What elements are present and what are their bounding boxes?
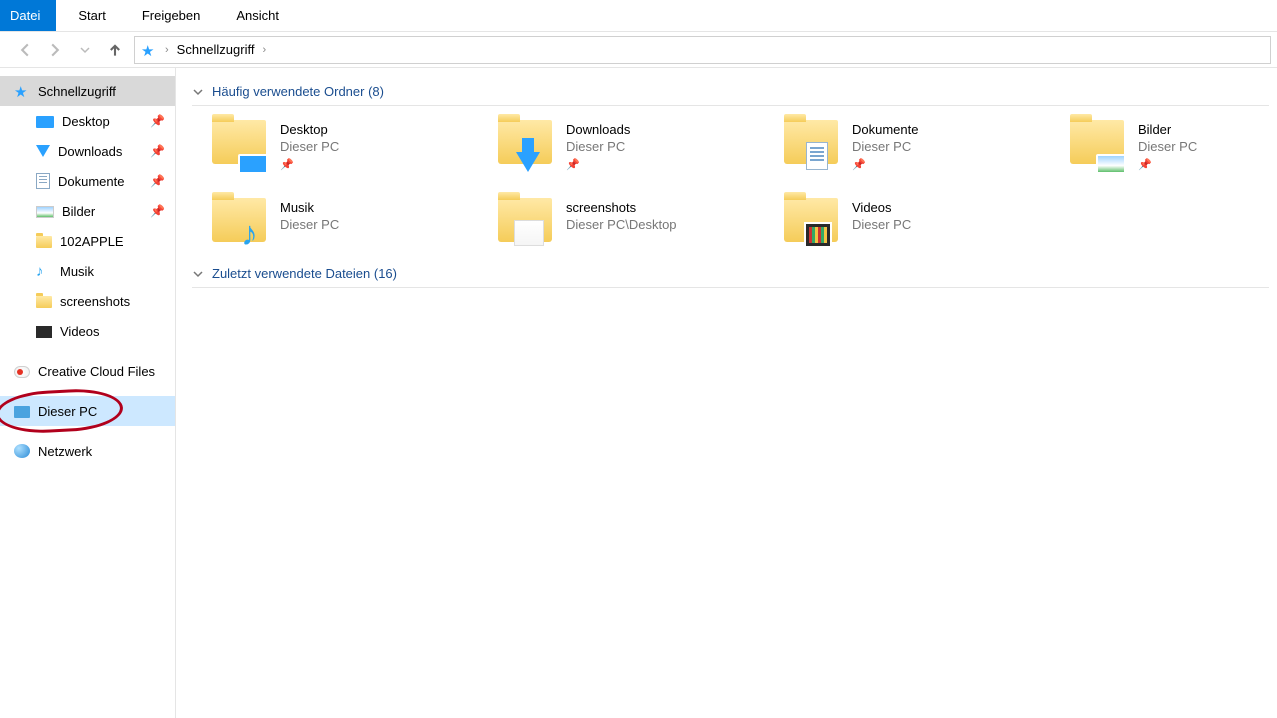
tree-label: Dieser PC — [38, 404, 97, 419]
picture-overlay-icon — [1096, 154, 1126, 174]
network-icon — [14, 444, 30, 458]
chevron-down-icon — [192, 268, 204, 280]
folder-tile-videos[interactable]: Videos Dieser PC — [784, 196, 1054, 250]
ribbon-tab-view[interactable]: Ansicht — [222, 0, 293, 31]
video-icon — [36, 326, 52, 338]
open-folder-overlay-icon — [514, 220, 544, 246]
folder-tile-desktop[interactable]: Desktop Dieser PC 📌 — [212, 118, 482, 172]
tree-item-desktop[interactable]: Desktop 📌 — [0, 106, 175, 136]
creative-cloud-icon — [14, 366, 30, 378]
tree-label: Videos — [60, 324, 100, 339]
chevron-down-icon — [192, 86, 204, 98]
tree-item-downloads[interactable]: Downloads 📌 — [0, 136, 175, 166]
tree-item-creative-cloud[interactable]: Creative Cloud Files — [0, 356, 175, 386]
nav-tree: ★ Schnellzugriff Desktop 📌 Downloads 📌 D… — [0, 68, 176, 718]
picture-icon — [36, 206, 54, 218]
desktop-overlay-icon — [238, 154, 268, 174]
group-frequent-folders[interactable]: Häufig verwendete Ordner (8) — [192, 84, 1269, 106]
content-pane: Häufig verwendete Ordner (8) Desktop Die… — [176, 68, 1277, 718]
nav-up-icon[interactable] — [106, 41, 124, 59]
folder-tile-downloads[interactable]: Downloads Dieser PC 📌 — [498, 118, 768, 172]
nav-forward-icon[interactable] — [46, 41, 64, 59]
tree-label: Creative Cloud Files — [38, 364, 155, 379]
tile-subtitle: Dieser PC — [280, 217, 339, 232]
download-overlay-icon — [516, 152, 540, 172]
tile-subtitle: Dieser PC — [566, 139, 630, 154]
ribbon-tab-share[interactable]: Freigeben — [128, 0, 215, 31]
group-title: Häufig verwendete Ordner (8) — [212, 84, 384, 99]
tile-title: screenshots — [566, 200, 677, 215]
folder-tile-music[interactable]: ♪ Musik Dieser PC — [212, 196, 482, 250]
tree-item-102apple[interactable]: 102APPLE — [0, 226, 175, 256]
quick-access-star-icon: ★ — [141, 42, 157, 58]
tree-label: Netzwerk — [38, 444, 92, 459]
nav-recent-dropdown-icon[interactable] — [76, 41, 94, 59]
tree-label: Downloads — [58, 144, 122, 159]
tree-label: Schnellzugriff — [38, 84, 116, 99]
tree-item-network[interactable]: Netzwerk — [0, 436, 175, 466]
group-recent-files[interactable]: Zuletzt verwendete Dateien (16) — [192, 266, 1269, 288]
tile-title: Videos — [852, 200, 911, 215]
pin-icon: 📌 — [566, 158, 630, 171]
folder-tile-screenshots[interactable]: screenshots Dieser PC\Desktop — [498, 196, 768, 250]
tree-item-screenshots[interactable]: screenshots — [0, 286, 175, 316]
pin-icon: 📌 — [150, 144, 165, 158]
breadcrumb-root[interactable]: Schnellzugriff — [177, 42, 255, 57]
star-icon: ★ — [14, 83, 30, 99]
tile-subtitle: Dieser PC — [1138, 139, 1197, 154]
tree-label: 102APPLE — [60, 234, 124, 249]
pin-icon: 📌 — [852, 158, 918, 171]
folder-tile-documents[interactable]: Dokumente Dieser PC 📌 — [784, 118, 1054, 172]
tile-title: Bilder — [1138, 122, 1197, 137]
tile-title: Downloads — [566, 122, 630, 137]
tree-label: Desktop — [62, 114, 110, 129]
nav-bar: ★ › Schnellzugriff › — [0, 32, 1277, 68]
ribbon-tab-file[interactable]: Datei — [0, 0, 56, 31]
tile-subtitle: Dieser PC\Desktop — [566, 217, 677, 232]
tree-item-music[interactable]: ♪ Musik — [0, 256, 175, 286]
address-bar[interactable]: ★ › Schnellzugriff › — [134, 36, 1271, 64]
folder-tile-pictures[interactable]: Bilder Dieser PC 📌 — [1070, 118, 1277, 172]
tree-item-documents[interactable]: Dokumente 📌 — [0, 166, 175, 196]
tree-label: Musik — [60, 264, 94, 279]
nav-back-icon[interactable] — [16, 41, 34, 59]
tree-label: screenshots — [60, 294, 130, 309]
breadcrumb-sep-icon: › — [165, 44, 169, 56]
tile-title: Desktop — [280, 122, 339, 137]
video-overlay-icon — [804, 222, 832, 248]
document-icon — [36, 173, 50, 189]
tree-label: Dokumente — [58, 174, 124, 189]
tree-item-quick-access[interactable]: ★ Schnellzugriff — [0, 76, 175, 106]
this-pc-icon — [14, 406, 30, 418]
download-icon — [36, 145, 50, 157]
pin-icon: 📌 — [150, 174, 165, 188]
pin-icon: 📌 — [280, 158, 339, 171]
tile-title: Musik — [280, 200, 339, 215]
ribbon-tab-start[interactable]: Start — [64, 0, 119, 31]
tile-subtitle: Dieser PC — [852, 139, 918, 154]
tree-item-pictures[interactable]: Bilder 📌 — [0, 196, 175, 226]
folder-icon — [36, 236, 52, 248]
ribbon: Datei Start Freigeben Ansicht — [0, 0, 1277, 32]
music-icon: ♪ — [36, 263, 52, 279]
music-overlay-icon: ♪ — [241, 215, 258, 254]
tree-item-videos[interactable]: Videos — [0, 316, 175, 346]
tree-label: Bilder — [62, 204, 95, 219]
tile-subtitle: Dieser PC — [280, 139, 339, 154]
folder-icon — [36, 296, 52, 308]
desktop-icon — [36, 116, 54, 128]
pin-icon: 📌 — [150, 204, 165, 218]
group-title: Zuletzt verwendete Dateien (16) — [212, 266, 397, 281]
document-overlay-icon — [806, 142, 828, 170]
tile-title: Dokumente — [852, 122, 918, 137]
tree-item-this-pc[interactable]: Dieser PC — [0, 396, 175, 426]
pin-icon: 📌 — [150, 114, 165, 128]
breadcrumb-sep-icon[interactable]: › — [262, 44, 266, 56]
pin-icon: 📌 — [1138, 158, 1197, 171]
tile-subtitle: Dieser PC — [852, 217, 911, 232]
